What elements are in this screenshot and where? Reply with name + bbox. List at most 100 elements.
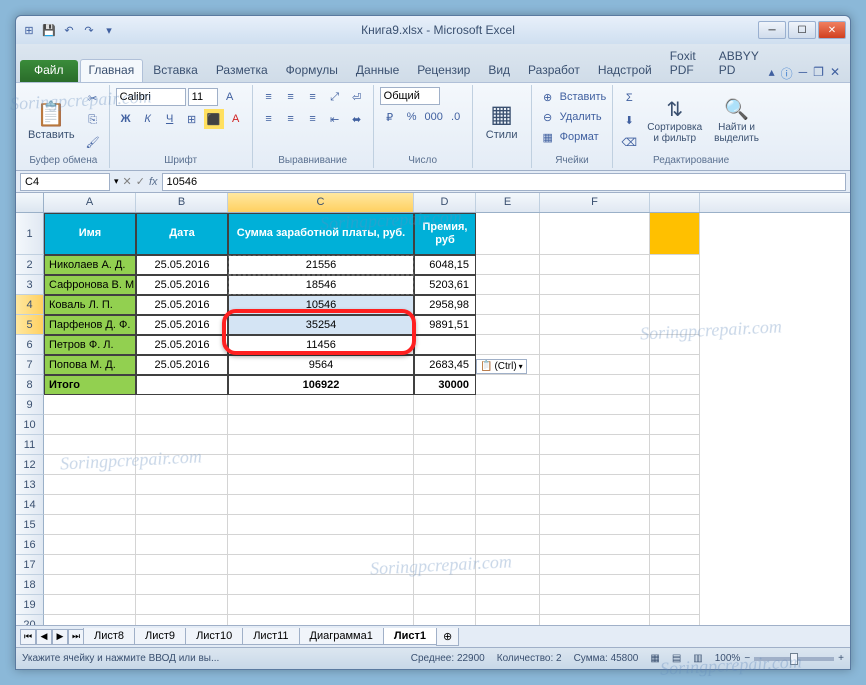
header-name[interactable]: Имя bbox=[44, 213, 136, 255]
col-header-b[interactable]: B bbox=[136, 193, 228, 212]
last-sheet-icon[interactable]: ⏭ bbox=[68, 629, 84, 645]
font-size-select[interactable] bbox=[188, 88, 218, 106]
row-header[interactable]: 15 bbox=[16, 515, 44, 535]
col-header-a[interactable]: A bbox=[44, 193, 136, 212]
row-header[interactable]: 20 bbox=[16, 615, 44, 625]
col-header-d[interactable]: D bbox=[414, 193, 476, 212]
tab-insert[interactable]: Вставка bbox=[145, 60, 206, 82]
row-header[interactable]: 8 bbox=[16, 375, 44, 395]
doc-restore-icon[interactable]: ❐ bbox=[813, 65, 824, 82]
italic-button[interactable]: К bbox=[138, 109, 158, 129]
row-header[interactable]: 19 bbox=[16, 595, 44, 615]
sheet-tab[interactable]: Лист8 bbox=[83, 628, 135, 645]
fx-icon[interactable]: fx bbox=[149, 176, 158, 188]
cut-icon[interactable]: ✂ bbox=[83, 88, 103, 108]
row-header[interactable]: 9 bbox=[16, 395, 44, 415]
zoom-slider[interactable] bbox=[754, 657, 834, 661]
merge-icon[interactable]: ⬌ bbox=[347, 109, 367, 129]
tab-layout[interactable]: Разметка bbox=[208, 60, 276, 82]
format-painter-icon[interactable]: 🖌 bbox=[83, 132, 103, 152]
sheet-tab[interactable]: Лист9 bbox=[134, 628, 186, 645]
percent-icon[interactable]: % bbox=[402, 107, 422, 127]
copied-cell[interactable]: 18546 bbox=[228, 275, 414, 295]
tab-addins[interactable]: Надстрой bbox=[590, 60, 660, 82]
tab-abbyy[interactable]: ABBYY PD bbox=[711, 46, 767, 82]
tab-formulas[interactable]: Формулы bbox=[278, 60, 346, 82]
prev-sheet-icon[interactable]: ◀ bbox=[36, 629, 52, 645]
tab-review[interactable]: Рецензир bbox=[409, 60, 478, 82]
font-name-select[interactable] bbox=[116, 88, 186, 106]
sheet-tab-active[interactable]: Лист1 bbox=[383, 628, 437, 645]
close-button[interactable]: ✕ bbox=[818, 21, 846, 39]
tab-developer[interactable]: Разработ bbox=[520, 60, 588, 82]
view-layout-icon[interactable]: ▤ bbox=[672, 653, 681, 664]
find-select-button[interactable]: 🔍 Найти и выделить bbox=[710, 95, 763, 146]
clear-icon[interactable]: ⌫ bbox=[619, 132, 639, 152]
sheet-tab[interactable]: Лист10 bbox=[185, 628, 243, 645]
view-break-icon[interactable]: ▥ bbox=[693, 653, 702, 664]
underline-button[interactable]: Ч bbox=[160, 109, 180, 129]
tab-view[interactable]: Вид bbox=[480, 60, 518, 82]
redo-icon[interactable]: ↷ bbox=[80, 21, 98, 39]
row-header[interactable]: 17 bbox=[16, 555, 44, 575]
col-header-f[interactable]: F bbox=[540, 193, 650, 212]
paste-options-tag[interactable]: 📋(Ctrl)▾ bbox=[476, 359, 527, 374]
cells-format-button[interactable]: ▦Формат bbox=[538, 127, 599, 147]
row-header[interactable]: 11 bbox=[16, 435, 44, 455]
decrease-indent-icon[interactable]: ⇤ bbox=[325, 109, 345, 129]
increase-decimal-icon[interactable]: .0 bbox=[446, 107, 466, 127]
row-header-1[interactable]: 1 bbox=[16, 213, 44, 255]
name-box[interactable] bbox=[20, 173, 110, 191]
row-header[interactable]: 14 bbox=[16, 495, 44, 515]
row-header[interactable]: 7 bbox=[16, 355, 44, 375]
row-header[interactable]: 13 bbox=[16, 475, 44, 495]
save-icon[interactable]: 💾 bbox=[40, 21, 58, 39]
copied-cell[interactable]: 21556 bbox=[228, 255, 414, 275]
zoom-out-icon[interactable]: − bbox=[744, 653, 750, 664]
yellow-cell[interactable] bbox=[650, 213, 700, 255]
row-header[interactable]: 6 bbox=[16, 335, 44, 355]
align-middle-icon[interactable]: ≡ bbox=[281, 87, 301, 107]
row-header[interactable]: 5 bbox=[16, 315, 44, 335]
font-color-icon[interactable]: A bbox=[226, 109, 246, 129]
row-header[interactable]: 3 bbox=[16, 275, 44, 295]
copy-icon[interactable]: ⎘ bbox=[83, 110, 103, 130]
view-normal-icon[interactable]: ▦ bbox=[650, 653, 659, 664]
fill-color-icon[interactable]: ⬛ bbox=[204, 109, 224, 129]
align-top-icon[interactable]: ≡ bbox=[259, 87, 279, 107]
wrap-text-icon[interactable]: ⏎ bbox=[347, 87, 367, 107]
doc-minimize-icon[interactable]: ─ bbox=[799, 65, 808, 82]
active-cell[interactable]: 10546 bbox=[228, 295, 414, 315]
qat-dropdown-icon[interactable]: ▾ bbox=[100, 21, 118, 39]
row-header[interactable]: 18 bbox=[16, 575, 44, 595]
help-icon[interactable]: ⓘ bbox=[781, 65, 793, 82]
sort-filter-button[interactable]: ⇅ Сортировка и фильтр bbox=[643, 95, 706, 146]
align-bottom-icon[interactable]: ≡ bbox=[303, 87, 323, 107]
select-all-corner[interactable] bbox=[16, 193, 44, 212]
align-center-icon[interactable]: ≡ bbox=[281, 109, 301, 129]
enter-icon[interactable]: ✓ bbox=[136, 175, 145, 188]
fill-icon[interactable]: ⬇ bbox=[619, 110, 639, 130]
doc-close-icon[interactable]: ✕ bbox=[830, 65, 840, 82]
cancel-icon[interactable]: ✕ bbox=[123, 175, 132, 188]
orientation-icon[interactable]: ⤢ bbox=[325, 87, 345, 107]
cells-delete-button[interactable]: ⊖Удалить bbox=[538, 107, 602, 127]
next-sheet-icon[interactable]: ▶ bbox=[52, 629, 68, 645]
sheet-tab[interactable]: Диаграмма1 bbox=[299, 628, 384, 645]
align-right-icon[interactable]: ≡ bbox=[303, 109, 323, 129]
comma-icon[interactable]: 000 bbox=[424, 107, 444, 127]
sheet-tab[interactable]: Лист11 bbox=[242, 628, 299, 645]
border-icon[interactable]: ⊞ bbox=[182, 109, 202, 129]
minimize-button[interactable]: ─ bbox=[758, 21, 786, 39]
col-header-c[interactable]: C bbox=[228, 193, 414, 212]
row-header[interactable]: 10 bbox=[16, 415, 44, 435]
row-header[interactable]: 4 bbox=[16, 295, 44, 315]
zoom-in-icon[interactable]: + bbox=[838, 653, 844, 664]
autosum-icon[interactable]: Σ bbox=[619, 88, 639, 108]
excel-icon[interactable]: ⊞ bbox=[20, 21, 38, 39]
tab-home[interactable]: Главная bbox=[80, 59, 144, 82]
tab-foxit[interactable]: Foxit PDF bbox=[662, 46, 709, 82]
grow-font-icon[interactable]: A bbox=[220, 87, 240, 107]
row-header[interactable]: 16 bbox=[16, 535, 44, 555]
styles-button[interactable]: ▦ Стили bbox=[479, 98, 525, 143]
